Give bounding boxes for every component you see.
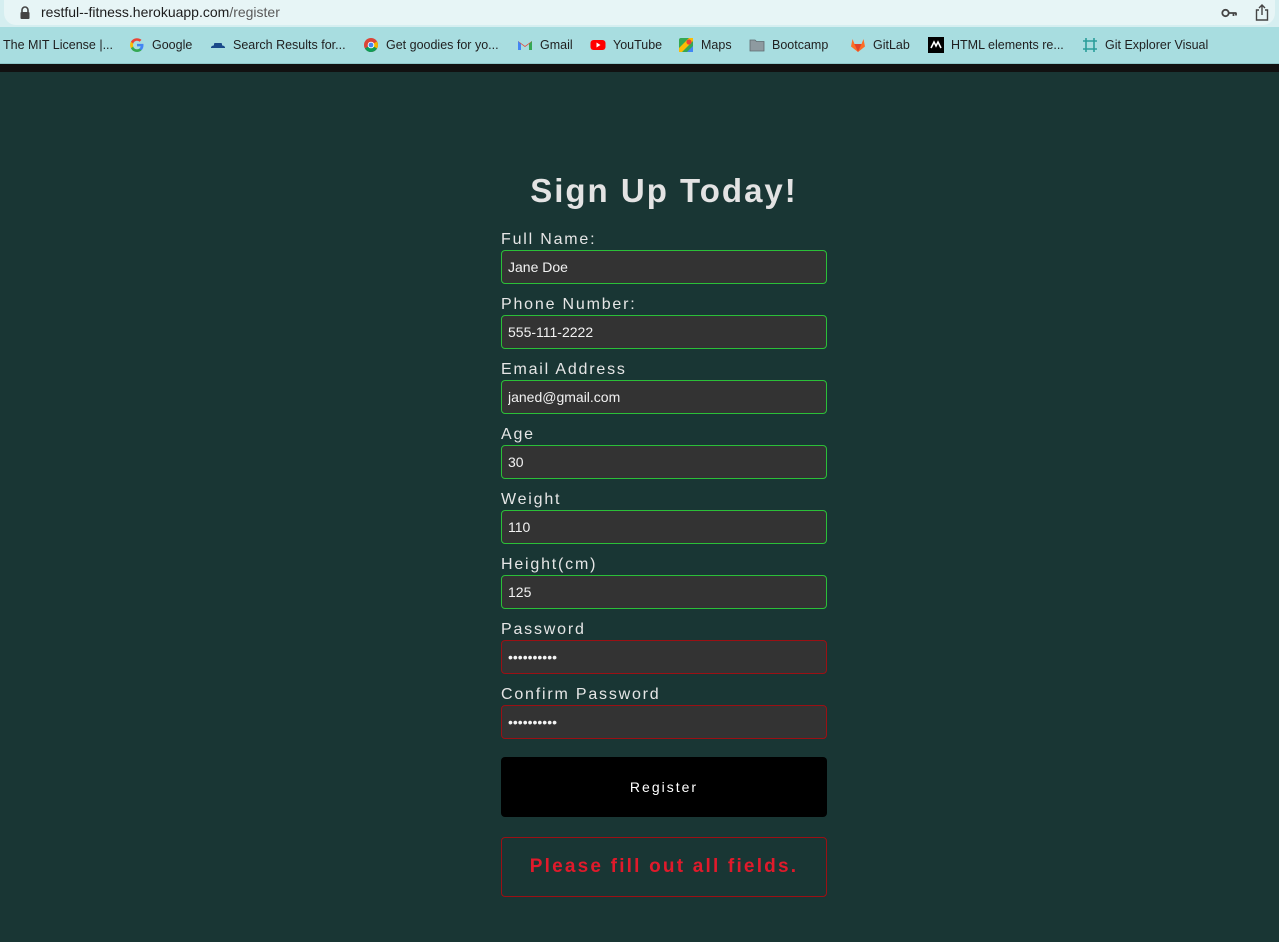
- youtube-icon: [590, 40, 606, 50]
- bookmark-label: GitLab: [873, 38, 910, 52]
- full-name-label: Full Name:: [501, 231, 597, 248]
- bookmarks-bar: The MIT License |... Google Search Resul…: [0, 27, 1279, 64]
- error-message-box: Please fill out all fields.: [501, 837, 827, 897]
- key-icon[interactable]: [1221, 6, 1237, 20]
- bookmark-label: Get goodies for yo...: [386, 38, 499, 52]
- bookmark-gmail[interactable]: Gmail: [517, 37, 573, 53]
- maps-icon: [679, 38, 693, 52]
- bookmark-google[interactable]: Google: [129, 37, 192, 53]
- chrome-icon: [364, 38, 378, 52]
- bookmark-label: The MIT License |...: [3, 38, 114, 52]
- hat-icon: [211, 43, 225, 48]
- bookmark-gitlab[interactable]: GitLab: [850, 37, 910, 53]
- bookmark-get-goodies[interactable]: Get goodies for yo...: [363, 37, 499, 53]
- bookmark-label: Maps: [701, 38, 732, 52]
- bookmark-youtube[interactable]: YouTube: [590, 37, 662, 53]
- confirm-password-label: Confirm Password: [501, 686, 661, 703]
- error-message: Please fill out all fields.: [529, 856, 799, 877]
- folder-icon: [749, 39, 765, 52]
- bookmark-label: HTML elements re...: [951, 38, 1064, 52]
- age-input[interactable]: [501, 445, 827, 479]
- email-address-label: Email Address: [501, 361, 627, 378]
- lock-icon: [20, 6, 30, 19]
- phone-number-input[interactable]: [501, 315, 827, 349]
- height-label: Height(cm): [501, 556, 598, 573]
- bookmark-git-explorer[interactable]: Git Explorer Visual: [1082, 37, 1208, 53]
- bookmark-maps[interactable]: Maps: [678, 37, 732, 53]
- git-explorer-icon: [1083, 38, 1097, 52]
- age-label: Age: [501, 426, 535, 443]
- password-label: Password: [501, 621, 586, 638]
- password-input[interactable]: [501, 640, 827, 674]
- url-text[interactable]: restful--fitness.herokuapp.com/register: [41, 4, 280, 20]
- bookmark-label: Gmail: [540, 38, 573, 52]
- bookmark-search-results[interactable]: Search Results for...: [210, 37, 346, 53]
- weight-input[interactable]: [501, 510, 827, 544]
- gmail-icon: [518, 41, 532, 50]
- bookmark-mit-license[interactable]: The MIT License |...: [3, 37, 113, 53]
- height-input[interactable]: [501, 575, 827, 609]
- google-icon: [130, 38, 144, 52]
- bookmark-label: Git Explorer Visual: [1105, 38, 1209, 52]
- bookmark-label: Bootcamp: [772, 38, 829, 52]
- register-button[interactable]: Register: [501, 757, 827, 817]
- share-icon[interactable]: [1255, 4, 1269, 21]
- bookmark-label: Google: [152, 38, 193, 52]
- page-header-strip: [0, 64, 1279, 72]
- bookmark-label: YouTube: [613, 38, 663, 52]
- browser-address-bar: restful--fitness.herokuapp.com/register: [0, 0, 1279, 27]
- bookmark-bootcamp[interactable]: Bootcamp: [749, 37, 828, 53]
- bookmark-label: Search Results for...: [233, 38, 346, 52]
- full-name-input[interactable]: [501, 250, 827, 284]
- phone-number-label: Phone Number:: [501, 296, 637, 313]
- weight-label: Weight: [501, 491, 562, 508]
- url-field[interactable]: restful--fitness.herokuapp.com/register: [4, 0, 1275, 25]
- confirm-password-input[interactable]: [501, 705, 827, 739]
- email-address-input[interactable]: [501, 380, 827, 414]
- page-title: Sign Up Today!: [530, 172, 798, 209]
- bookmark-html-elements[interactable]: HTML elements re...: [928, 37, 1064, 53]
- mdn-icon: [928, 37, 944, 53]
- gitlab-icon: [851, 39, 865, 52]
